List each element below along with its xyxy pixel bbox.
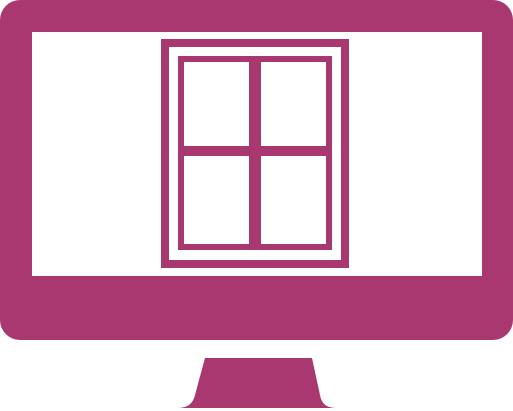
window-pane-top-left [184, 62, 249, 146]
window-icon [161, 39, 349, 268]
icon-stage [0, 0, 513, 411]
window-pane-bottom-right [261, 156, 326, 244]
window-pane-bottom-left [184, 156, 249, 244]
window-pane-top-right [261, 62, 326, 146]
monitor-stand [178, 358, 336, 408]
monitor-icon [0, 0, 513, 408]
